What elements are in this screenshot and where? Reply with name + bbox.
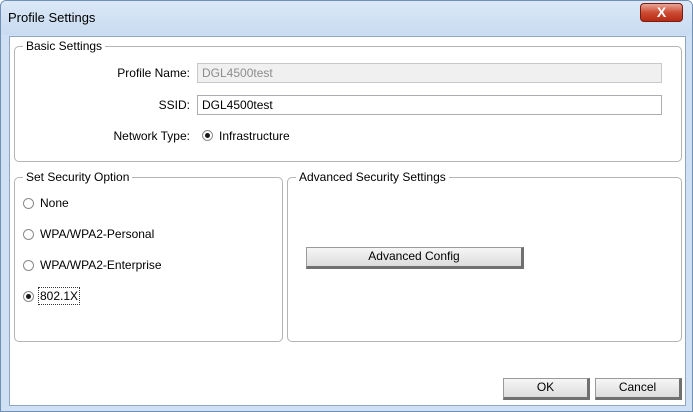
- title-bar[interactable]: Profile Settings X: [1, 1, 692, 35]
- close-icon: X: [656, 4, 667, 20]
- advanced-security-group: Advanced Security Settings Advanced Conf…: [287, 170, 682, 342]
- basic-settings-group: Basic Settings Profile Name: DGL4500test…: [14, 39, 682, 162]
- profile-name-label: Profile Name:: [117, 66, 190, 80]
- security-wpa-personal-label[interactable]: WPA/WPA2-Personal: [40, 227, 154, 241]
- security-wpa-enterprise-radio[interactable]: [23, 260, 34, 271]
- close-button[interactable]: X: [640, 3, 683, 22]
- security-8021x-radio[interactable]: [23, 291, 34, 302]
- window-title: Profile Settings: [8, 10, 96, 25]
- security-wpa-enterprise-label[interactable]: WPA/WPA2-Enterprise: [40, 258, 162, 272]
- security-none-label[interactable]: None: [40, 196, 69, 210]
- basic-settings-legend: Basic Settings: [23, 39, 106, 53]
- advanced-security-legend: Advanced Security Settings: [296, 170, 449, 184]
- infrastructure-radio[interactable]: [202, 130, 213, 141]
- profile-name-field[interactable]: DGL4500test: [197, 63, 662, 83]
- dialog-body: Basic Settings Profile Name: DGL4500test…: [9, 36, 686, 406]
- security-wpa-personal-radio[interactable]: [23, 229, 34, 240]
- cancel-button[interactable]: Cancel: [595, 378, 682, 400]
- infrastructure-label[interactable]: Infrastructure: [219, 129, 290, 143]
- profile-settings-window: Profile Settings X Basic Settings Profil…: [0, 0, 693, 412]
- advanced-config-button[interactable]: Advanced Config: [306, 247, 524, 269]
- ssid-field[interactable]: DGL4500test: [197, 95, 662, 115]
- security-8021x-label[interactable]: 802.1X: [37, 287, 81, 305]
- security-none-radio[interactable]: [23, 198, 34, 209]
- security-option-group: Set Security Option None WPA/WPA2-Person…: [14, 170, 283, 342]
- network-type-label: Network Type:: [113, 129, 190, 143]
- ssid-label: SSID:: [158, 98, 190, 112]
- security-option-legend: Set Security Option: [23, 170, 133, 184]
- ok-button[interactable]: OK: [503, 378, 590, 400]
